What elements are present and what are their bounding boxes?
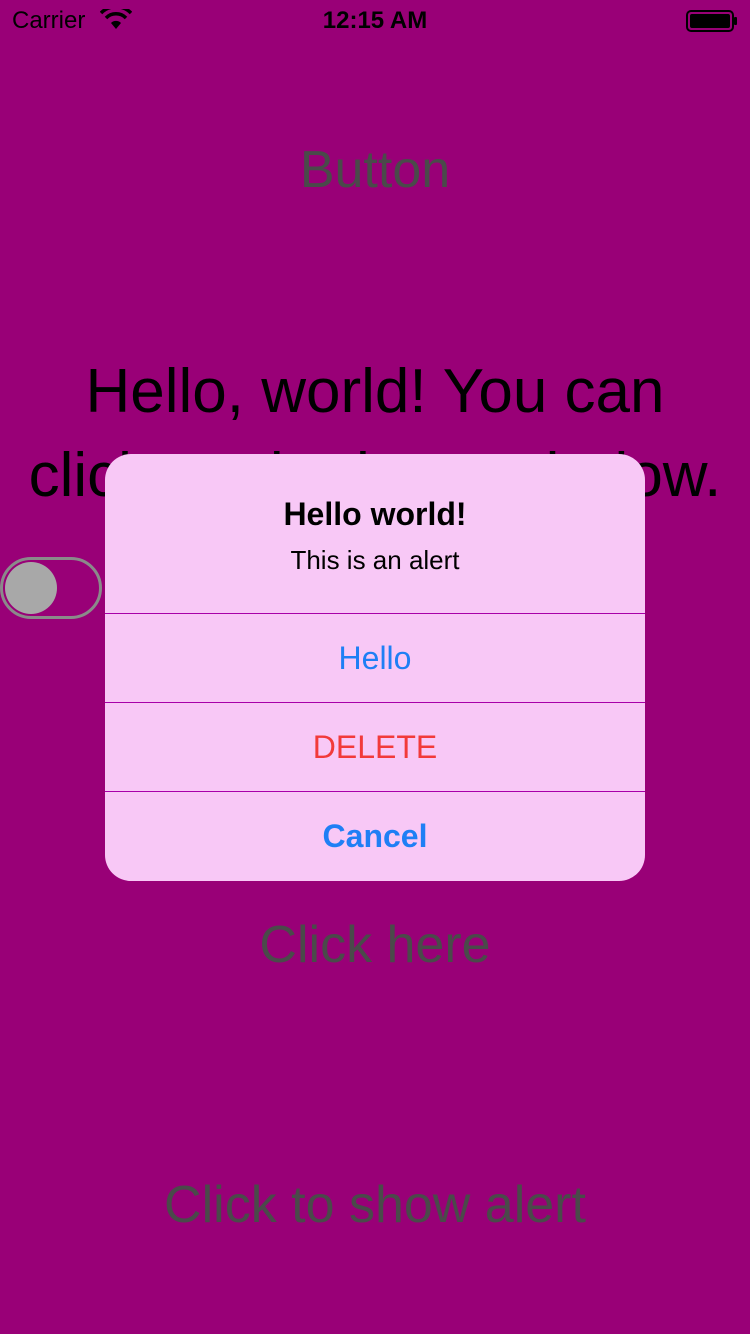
alert-header: Hello world! This is an alert xyxy=(105,454,645,614)
click-here-button[interactable]: Click here xyxy=(0,915,750,975)
alert-action-delete-button[interactable]: DELETE xyxy=(105,703,645,792)
toggle-switch[interactable] xyxy=(0,557,102,619)
alert-action-cancel-button[interactable]: Cancel xyxy=(105,792,645,881)
top-button[interactable]: Button xyxy=(0,140,750,200)
alert-title: Hello world! xyxy=(283,496,467,532)
status-bar: Carrier 12:15 AM xyxy=(0,0,750,40)
alert-action-hello-button[interactable]: Hello xyxy=(105,614,645,703)
alert-dialog: Hello world! This is an alert Hello DELE… xyxy=(105,454,645,881)
status-time: 12:15 AM xyxy=(322,7,428,34)
battery-icon xyxy=(686,10,737,32)
alert-message: This is an alert xyxy=(290,545,460,575)
show-alert-button[interactable]: Click to show alert xyxy=(0,1175,750,1235)
toggle-switch-knob xyxy=(5,562,57,614)
hello-label-line1: Hello, world! You can xyxy=(85,357,665,426)
